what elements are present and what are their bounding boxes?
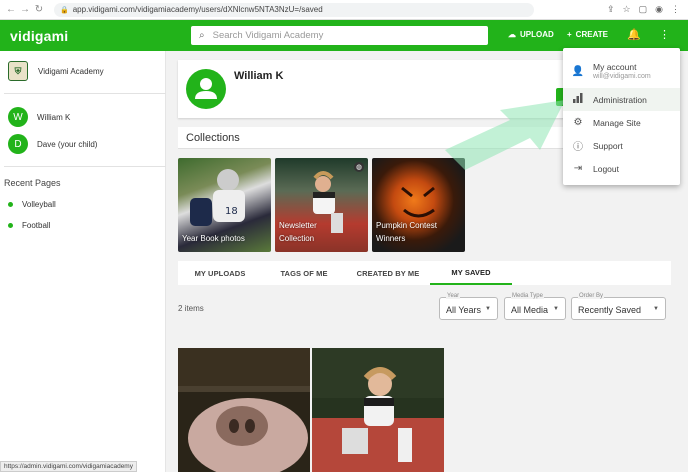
menu-item-administration[interactable]: Administration xyxy=(563,88,680,111)
recent-pages-title: Recent Pages xyxy=(4,178,61,188)
media-type-filter-select[interactable]: Media Type All Media ▼ xyxy=(504,293,566,320)
menu-item-label: My account xyxy=(593,62,637,72)
caret-down-icon: ▼ xyxy=(485,306,491,312)
filter-label: Media Type xyxy=(511,293,544,299)
vidigami-logo[interactable]: vidigami xyxy=(10,28,68,44)
collection-label: Year Book photos xyxy=(182,234,245,243)
divider xyxy=(4,93,166,94)
user-name: William K xyxy=(37,112,71,122)
collections-title: Collections xyxy=(186,131,240,144)
bar-chart-icon xyxy=(563,93,593,106)
bookmark-star-icon[interactable]: ☆ xyxy=(623,4,631,15)
info-icon: ⓘ xyxy=(573,142,583,153)
sidebar-user-dave[interactable]: D Dave (your child) xyxy=(8,134,97,154)
address-bar[interactable]: 🔒 app.vidigami.com/vidigamiacademy/users… xyxy=(54,2,534,17)
search-placeholder: Search Vidigami Academy xyxy=(212,30,324,41)
menu-item-my-account[interactable]: 👤 My account will@vidigami.com xyxy=(563,54,680,88)
bell-icon[interactable]: 🔔 xyxy=(627,28,641,41)
org-name: Vidigami Academy xyxy=(38,66,104,76)
share-icon[interactable]: ⇪ xyxy=(607,4,615,15)
extensions-icon[interactable]: ▢ xyxy=(639,4,648,15)
account-dropdown-menu: 👤 My account will@vidigami.com Administr… xyxy=(563,48,680,185)
sidebar: ⛨ Vidigami Academy W William K D Dave (y… xyxy=(0,51,166,472)
lock-icon: 🔒 xyxy=(60,6,69,14)
svg-text:18: 18 xyxy=(225,206,238,217)
globe-icon: ◍ xyxy=(354,162,364,172)
tab-my-saved[interactable]: MY SAVED xyxy=(430,261,512,285)
plus-icon: + xyxy=(567,30,572,39)
cloud-upload-icon: ☁ xyxy=(508,30,516,39)
avatar: W xyxy=(8,107,28,127)
menu-item-label: Support xyxy=(593,140,623,151)
profile-icon[interactable]: ◉ xyxy=(655,4,663,15)
search-icon: ⌕ xyxy=(199,30,205,41)
profile-tabs: MY UPLOADS TAGS OF ME CREATED BY ME MY S… xyxy=(178,261,671,285)
items-count: 2 items xyxy=(178,304,204,313)
caret-down-icon: ▼ xyxy=(653,306,659,312)
filter-value: Recently Saved xyxy=(578,305,642,315)
status-bar-url: https://admin.vidigami.com/vidigamiacade… xyxy=(0,461,137,472)
browser-menu-icon[interactable]: ⋮ xyxy=(671,4,680,15)
gear-icon: ⚙ xyxy=(573,117,583,128)
filter-label: Year xyxy=(446,293,461,299)
bullet-dot xyxy=(8,202,13,207)
collection-label: Pumpkin Contest Winners xyxy=(376,221,437,243)
filter-value: All Years xyxy=(446,305,482,315)
forward-icon[interactable]: → xyxy=(18,4,32,15)
profile-name: William K xyxy=(234,70,284,82)
saved-photo-runner[interactable] xyxy=(312,348,444,472)
filter-label: Order By xyxy=(578,293,605,299)
caret-down-icon: ▼ xyxy=(553,306,559,312)
app-header: vidigami ⌕ Search Vidigami Academy ☁ UPL… xyxy=(0,20,688,51)
tab-created-by-me[interactable]: CREATED BY ME xyxy=(346,261,430,285)
browser-toolbar: ← → ↻ 🔒 app.vidigami.com/vidigamiacademy… xyxy=(0,0,688,20)
menu-item-support[interactable]: ⓘ Support xyxy=(563,134,680,157)
person-icon: 👤 xyxy=(571,65,585,77)
tab-tags-of-me[interactable]: TAGS OF ME xyxy=(262,261,346,285)
upload-label: UPLOAD xyxy=(520,30,554,39)
search-input[interactable]: ⌕ Search Vidigami Academy xyxy=(191,26,488,45)
collection-tile-yearbook[interactable]: 18 Year Book photos xyxy=(178,158,271,252)
more-menu-icon[interactable]: ⋮ xyxy=(659,28,670,41)
menu-item-logout[interactable]: ⇥ Logout xyxy=(563,157,680,180)
pointer-arrow-icon xyxy=(445,100,565,170)
filter-value: All Media xyxy=(511,305,549,315)
back-icon[interactable]: ← xyxy=(4,4,18,15)
menu-item-manage-site[interactable]: ⚙ Manage Site xyxy=(563,111,680,134)
menu-item-label: Administration xyxy=(593,94,647,105)
sidebar-user-william[interactable]: W William K xyxy=(8,107,70,127)
create-button[interactable]: + CREATE xyxy=(567,30,608,39)
divider xyxy=(4,166,166,167)
avatar: D xyxy=(8,134,28,154)
saved-photo-pig[interactable] xyxy=(178,348,310,472)
recent-page-volleyball[interactable]: Volleyball xyxy=(8,200,56,209)
sidebar-org[interactable]: ⛨ Vidigami Academy xyxy=(8,61,104,81)
logout-icon: ⇥ xyxy=(573,163,583,174)
tab-my-uploads[interactable]: MY UPLOADS xyxy=(178,261,262,285)
menu-item-label: Logout xyxy=(593,163,619,174)
url-text: app.vidigami.com/vidigamiacademy/users/d… xyxy=(72,5,323,14)
year-filter-select[interactable]: Year All Years ▼ xyxy=(439,293,498,320)
account-email: will@vidigami.com xyxy=(593,73,651,80)
school-crest-icon: ⛨ xyxy=(8,61,28,81)
upload-button[interactable]: ☁ UPLOAD xyxy=(508,30,554,39)
order-by-filter-select[interactable]: Order By Recently Saved ▼ xyxy=(571,293,666,320)
create-label: CREATE xyxy=(575,30,608,39)
user-name: Dave (your child) xyxy=(37,139,98,149)
collection-label: Newsletter Collection xyxy=(279,221,317,243)
recent-page-label: Football xyxy=(22,221,51,230)
recent-page-label: Volleyball xyxy=(22,200,56,209)
collection-tile-newsletter[interactable]: ◍ Newsletter Collection xyxy=(275,158,368,252)
reload-icon[interactable]: ↻ xyxy=(32,4,46,15)
menu-item-label: Manage Site xyxy=(593,117,641,128)
user-avatar-icon xyxy=(186,69,226,109)
bullet-dot xyxy=(8,223,13,228)
recent-page-football[interactable]: Football xyxy=(8,221,50,230)
